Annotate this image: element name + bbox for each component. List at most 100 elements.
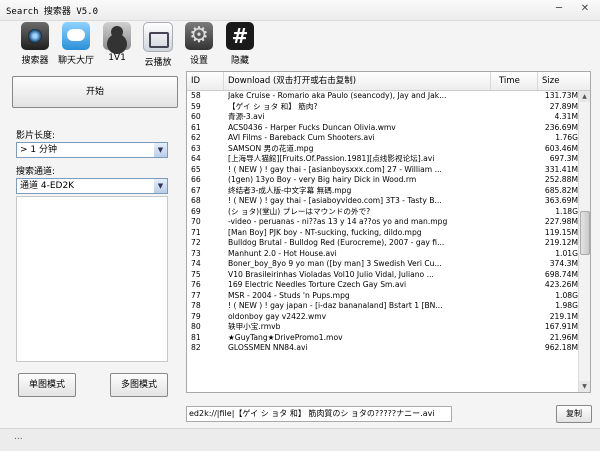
toolbar-cloud-play-button[interactable]: 云播放 — [137, 22, 179, 68]
table-row[interactable]: 58 Jake Cruise - Romario aka Paulo (seanc… — [187, 91, 578, 102]
row-download: 青源-3.avi — [228, 112, 265, 121]
table-row[interactable]: 68 ! ( NEW ) ! gay thai - [asiaboyvideo.c… — [187, 196, 578, 207]
row-id: 58 — [191, 91, 201, 100]
row-size: 685.82M — [544, 185, 578, 195]
single-image-mode-button[interactable]: 单图模式 — [18, 373, 76, 397]
row-id: 77 — [191, 290, 201, 300]
scroll-down-icon[interactable]: ▼ — [579, 381, 590, 392]
table-row[interactable]: 81 ★GuyTang★DrivePromo1.mov 21.96M — [187, 333, 578, 344]
row-id: 59 — [191, 101, 201, 111]
table-row[interactable]: 82 GLOSSMEN NN84.avi 962.18M — [187, 343, 578, 354]
table-body: 58 Jake Cruise - Romario aka Paulo (seanc… — [187, 91, 578, 392]
row-size: 1.08G — [555, 290, 578, 300]
vertical-scrollbar[interactable]: ▲ ▼ — [578, 91, 590, 392]
row-size: 962.18M — [544, 343, 578, 352]
channel-select-value: 通道 4-ED2K — [20, 181, 75, 191]
multi-image-mode-button[interactable]: 多图模式 — [110, 373, 168, 397]
table-row[interactable]: 75 V10 Brasileirinhas Violadas Vol10 Juli… — [187, 270, 578, 281]
toolbar-search-button[interactable]: 搜索器 — [14, 22, 56, 66]
table-row[interactable]: 72 Bulldog Brutal - Bulldog Red (Eurocrem… — [187, 238, 578, 249]
row-id: 63 — [191, 143, 201, 153]
row-size: 603.46M — [544, 143, 578, 153]
close-button[interactable]: ✕ — [574, 1, 596, 17]
table-row[interactable]: 73 Manhunt 2.0 - Hot House.avi 1.01G — [187, 249, 578, 260]
row-size: 1.01G — [555, 248, 578, 258]
row-size: 1.98G — [555, 301, 578, 310]
scroll-thumb[interactable] — [580, 211, 590, 255]
toolbar-hide-button[interactable]: # 隐藏 — [219, 22, 261, 66]
row-size: 219.1M — [549, 311, 578, 321]
channel-select[interactable]: 通道 4-ED2K ▼ — [16, 178, 168, 194]
row-size: 167.91M — [544, 322, 578, 331]
length-select[interactable]: > 1 分钟 ▼ — [16, 142, 168, 158]
minimize-button[interactable]: ─ — [548, 1, 570, 17]
toolbar-chat-button[interactable]: 聊天大厅 — [55, 22, 97, 66]
table-row[interactable]: 60 青源-3.avi 4.31M — [187, 112, 578, 123]
row-size: 27.89M — [549, 101, 578, 111]
row-size: 1.76G — [555, 133, 578, 142]
app-window: Search 搜索器 V5.0 ─ ✕ 搜索器 聊天大厅 1V1 云播放 设置 … — [0, 0, 600, 451]
row-id: 66 — [191, 175, 201, 184]
user-icon — [103, 22, 131, 50]
row-id: 80 — [191, 322, 201, 331]
table-row[interactable]: 62 AVI Films - Bareback Cum Shooters.avi 1… — [187, 133, 578, 144]
channel-list[interactable] — [16, 196, 168, 362]
row-download: -video - peruanas - ni??as 13 y 14 a??os… — [228, 217, 448, 226]
row-download: oldonboy gay v2422.wmv — [228, 311, 327, 321]
table-row[interactable]: 80 轶甲小宝.rmvb 167.91M — [187, 322, 578, 333]
row-download: Jake Cruise - Romario aka Paulo (seancod… — [228, 91, 447, 100]
table-row[interactable]: 70 -video - peruanas - ni??as 13 y 14 a??… — [187, 217, 578, 228]
row-size: 21.96M — [549, 332, 578, 342]
row-download: Boner_boy_8yo 9 yo man ([by man] 3 Swedi… — [228, 259, 442, 268]
status-bar: ... — [0, 428, 600, 451]
row-download: Bulldog Brutal - Bulldog Red (Eurocreme)… — [228, 238, 445, 247]
row-id: 78 — [191, 301, 201, 310]
row-download: SAMSON 男の花道.mpg — [228, 143, 314, 153]
column-header-id[interactable]: ID — [187, 72, 224, 90]
toolbar-label: 隐藏 — [230, 56, 249, 66]
table-row[interactable]: 65 ! ( NEW ) ! gay thai - [asianboysxxx.c… — [187, 165, 578, 176]
chat-icon — [62, 22, 90, 50]
table-row[interactable]: 71 [Man Boy] PJK boy - NT-sucking, fuckin… — [187, 228, 578, 239]
row-download: [上海导人猫館][Fruits.Of.Passion.1981][点线影视论坛]… — [228, 154, 435, 163]
table-row[interactable]: 76 169 Electric Needles Torture Czech Gay… — [187, 280, 578, 291]
toolbar-label: 聊天大厅 — [57, 56, 94, 66]
chevron-down-icon[interactable]: ▼ — [154, 143, 167, 157]
toolbar-settings-button[interactable]: 设置 — [178, 22, 220, 66]
gear-icon — [185, 22, 213, 50]
table-row[interactable]: 59 【ゲイ シ ョタ 和】 筋肉? 27.89M — [187, 102, 578, 113]
table-row[interactable]: 64 [上海导人猫館][Fruits.Of.Passion.1981][点线影视论… — [187, 154, 578, 165]
copy-button[interactable]: 复制 — [556, 405, 592, 423]
row-id: 75 — [191, 269, 201, 279]
table-row[interactable]: 63 SAMSON 男の花道.mpg 603.46M — [187, 144, 578, 155]
table-row[interactable]: 77 MSR - 2004 - Studs 'n Pups.mpg 1.08G — [187, 291, 578, 302]
row-size: 227.98M — [544, 217, 578, 226]
row-size: 697.3M — [549, 154, 578, 163]
link-field[interactable]: ed2k://|file|【ゲイ シ ョタ 和】 筋肉質のシ ョタの?????ナ… — [186, 406, 452, 422]
table-row[interactable]: 69 (シ ョタ)(堂山) プレーはマウンドの外で? 1.18G — [187, 207, 578, 218]
table-row[interactable]: 61 ACS0436 - Harper Fucks Duncan Olivia.w… — [187, 123, 578, 134]
row-size: 131.73M — [544, 91, 578, 100]
scroll-up-icon[interactable]: ▲ — [579, 91, 590, 102]
column-header-download[interactable]: Download (双击打开或右击复制) — [224, 72, 491, 90]
row-size: 219.12M — [544, 238, 578, 247]
row-size: 374.3M — [549, 259, 578, 268]
row-id: 74 — [191, 259, 201, 268]
row-id: 81 — [191, 332, 201, 342]
row-size: 4.31M — [554, 112, 578, 121]
start-button[interactable]: 开始 — [12, 76, 178, 108]
left-panel: 开始 影片长度: > 1 分钟 ▼ 搜索通道: 通道 4-ED2K ▼ 单图模式… — [0, 70, 182, 405]
chevron-down-icon[interactable]: ▼ — [154, 179, 167, 193]
table-row[interactable]: 78 ! ( NEW ) ! gay japan - [i-daz bananal… — [187, 301, 578, 312]
table-row[interactable]: 74 Boner_boy_8yo 9 yo man ([by man] 3 Swe… — [187, 259, 578, 270]
table-row[interactable]: 79 oldonboy gay v2422.wmv 219.1M — [187, 312, 578, 323]
column-header-size[interactable]: Size — [538, 72, 590, 90]
column-header-time[interactable]: Time — [495, 72, 538, 90]
row-download: ! ( NEW ) ! gay thai - [asiaboyvideo.com… — [228, 196, 442, 205]
table-row[interactable]: 66 (1gen) 13yo Boy - very Big hairy Dick … — [187, 175, 578, 186]
row-id: 61 — [191, 122, 201, 132]
table-row[interactable]: 67 终结者3-成人版-中文字幕 無碼.mpg 685.82M — [187, 186, 578, 197]
toolbar-1v1-button[interactable]: 1V1 — [96, 22, 138, 66]
row-id: 60 — [191, 112, 201, 121]
length-select-value: > 1 分钟 — [20, 145, 57, 155]
